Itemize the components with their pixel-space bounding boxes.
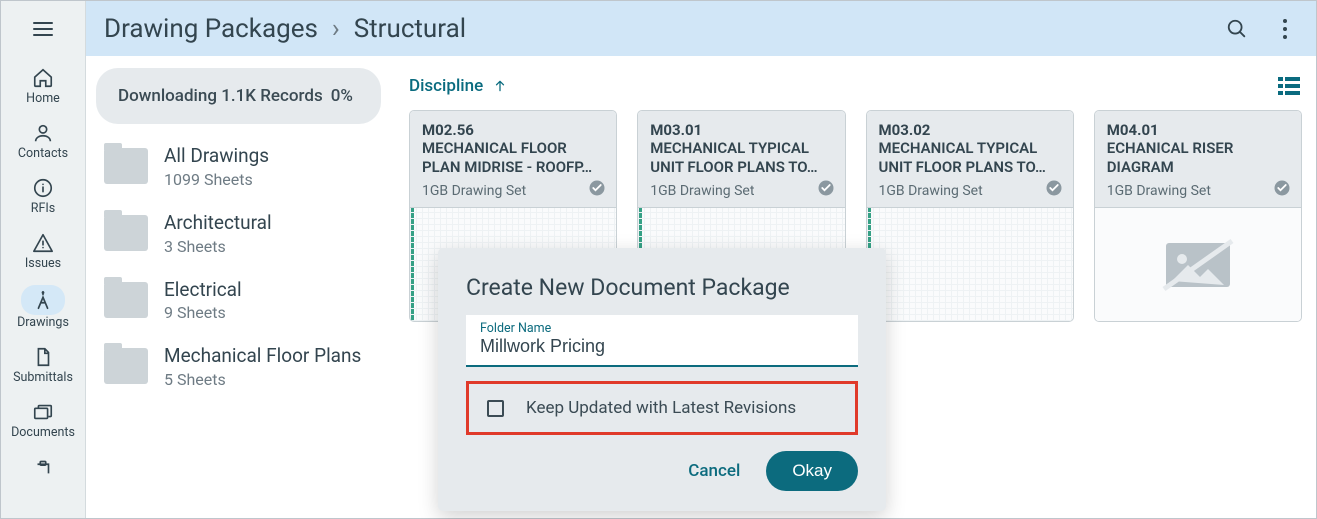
drawing-set: 1GB Drawing Set (650, 183, 832, 199)
folder-item[interactable]: All Drawings 1099 Sheets (104, 144, 381, 189)
drawing-title: MECHANICAL FLOOR PLAN MIDRISE - ROOFP… (422, 139, 604, 179)
person-icon (32, 122, 54, 144)
cancel-button[interactable]: Cancel (688, 461, 740, 481)
drawing-code: M04.01 (1107, 121, 1289, 139)
header-actions (1224, 16, 1298, 42)
drawing-code: M02.56 (422, 121, 604, 139)
dialog-actions: Cancel Okay (466, 451, 858, 491)
sort-row: Discipline (409, 68, 1302, 104)
drawing-title: MECHANICAL TYPICAL UNIT FLOOR PLANS TO… (650, 139, 832, 179)
folder-item[interactable]: Mechanical Floor Plans 5 Sheets (104, 344, 381, 389)
folder-count: 3 Sheets (164, 237, 272, 256)
folder-count: 9 Sheets (164, 303, 242, 322)
nav-label: Contacts (18, 146, 68, 161)
nav-item-issues[interactable]: Issues (1, 221, 85, 276)
nav-item-more[interactable] (1, 445, 85, 480)
checkbox-icon[interactable] (487, 400, 504, 417)
sort-label-text: Discipline (409, 76, 483, 96)
search-button[interactable] (1224, 16, 1250, 42)
folder-name: All Drawings (164, 144, 269, 168)
folder-item[interactable]: Architectural 3 Sheets (104, 211, 381, 256)
drawing-set: 1GB Drawing Set (879, 183, 1061, 199)
folder-count: 1099 Sheets (164, 170, 269, 189)
folder-name: Architectural (164, 211, 272, 235)
nav-item-submittals[interactable]: Submittals (1, 335, 85, 390)
no-image-icon (1158, 235, 1238, 295)
nav-label: Home (26, 91, 60, 106)
folder-icon (104, 215, 148, 251)
page-header: Drawing Packages › Structural (86, 1, 1316, 56)
kebab-icon (1282, 18, 1288, 40)
nav-label: RFIs (31, 201, 55, 216)
list-icon (1278, 77, 1300, 95)
folder-icon (104, 282, 148, 318)
info-icon (32, 177, 54, 199)
nav-item-documents[interactable]: Documents (1, 390, 85, 445)
drawing-card[interactable]: M04.01 ECHANICAL RISER DIAGRAM 1GB Drawi… (1094, 110, 1302, 322)
download-status: Downloading 1.1K Records 0% (96, 68, 381, 124)
nav-list: Home Contacts RFIs Issues Drawings Submi… (1, 56, 85, 480)
folder-list: All Drawings 1099 Sheets Architectural 3… (96, 144, 381, 389)
nav-label: Issues (25, 256, 61, 271)
sort-control[interactable]: Discipline (409, 76, 507, 96)
drawing-title: ECHANICAL RISER DIAGRAM (1107, 139, 1289, 179)
folder-stack-icon (32, 401, 54, 423)
drawing-set: 1GB Drawing Set (422, 183, 604, 199)
download-percent: 0% (331, 86, 353, 106)
nav-item-drawings[interactable]: Drawings (1, 276, 85, 335)
create-package-dialog: Create New Document Package Folder Name … (438, 248, 886, 511)
menu-toggle-button[interactable] (1, 1, 85, 56)
more-menu-button[interactable] (1272, 16, 1298, 42)
nav-label: Documents (11, 425, 75, 440)
download-status-text: Downloading 1.1K Records (118, 86, 323, 106)
arrow-up-icon (493, 79, 507, 93)
list-view-toggle[interactable] (1276, 73, 1302, 99)
chevron-right-icon: › (332, 14, 340, 44)
drawing-code: M03.01 (650, 121, 832, 139)
warning-icon (32, 232, 54, 254)
clipboard-icon (32, 460, 54, 474)
breadcrumb-current: Structural (354, 14, 466, 44)
folder-name-field[interactable]: Folder Name (466, 315, 858, 367)
field-label: Folder Name (480, 321, 844, 336)
folder-name: Mechanical Floor Plans (164, 344, 361, 368)
drawing-title: MECHANICAL TYPICAL UNIT FLOOR PLANS TO… (879, 139, 1061, 179)
folder-icon (104, 148, 148, 184)
folder-name: Electrical (164, 278, 242, 302)
drawing-set: 1GB Drawing Set (1107, 183, 1289, 199)
okay-button[interactable]: Okay (766, 451, 858, 491)
verified-icon (588, 179, 606, 197)
nav-item-contacts[interactable]: Contacts (1, 111, 85, 166)
home-icon (32, 67, 54, 89)
verified-icon (1045, 179, 1063, 197)
app-sidebar: Home Contacts RFIs Issues Drawings Submi… (1, 1, 86, 518)
folder-icon (104, 348, 148, 384)
folder-name-input[interactable] (480, 336, 844, 357)
nav-item-home[interactable]: Home (1, 56, 85, 111)
hamburger-icon (31, 17, 55, 41)
drawing-card[interactable]: M03.02 MECHANICAL TYPICAL UNIT FLOOR PLA… (866, 110, 1074, 322)
drawing-code: M03.02 (879, 121, 1061, 139)
compass-icon (32, 289, 54, 311)
folder-panel: Downloading 1.1K Records 0% All Drawings… (86, 56, 391, 518)
nav-item-rfis[interactable]: RFIs (1, 166, 85, 221)
document-icon (32, 346, 54, 368)
breadcrumb: Drawing Packages › Structural (104, 14, 466, 44)
verified-icon (1273, 179, 1291, 197)
drawing-thumbnail (867, 208, 1073, 321)
folder-count: 5 Sheets (164, 370, 361, 389)
search-icon (1226, 18, 1248, 40)
folder-item[interactable]: Electrical 9 Sheets (104, 278, 381, 323)
nav-label: Drawings (17, 315, 69, 330)
breadcrumb-root[interactable]: Drawing Packages (104, 14, 318, 44)
checkbox-label: Keep Updated with Latest Revisions (526, 398, 796, 418)
verified-icon (817, 179, 835, 197)
keep-updated-option[interactable]: Keep Updated with Latest Revisions (466, 381, 858, 435)
dialog-title: Create New Document Package (466, 274, 858, 301)
nav-label: Submittals (13, 370, 73, 385)
